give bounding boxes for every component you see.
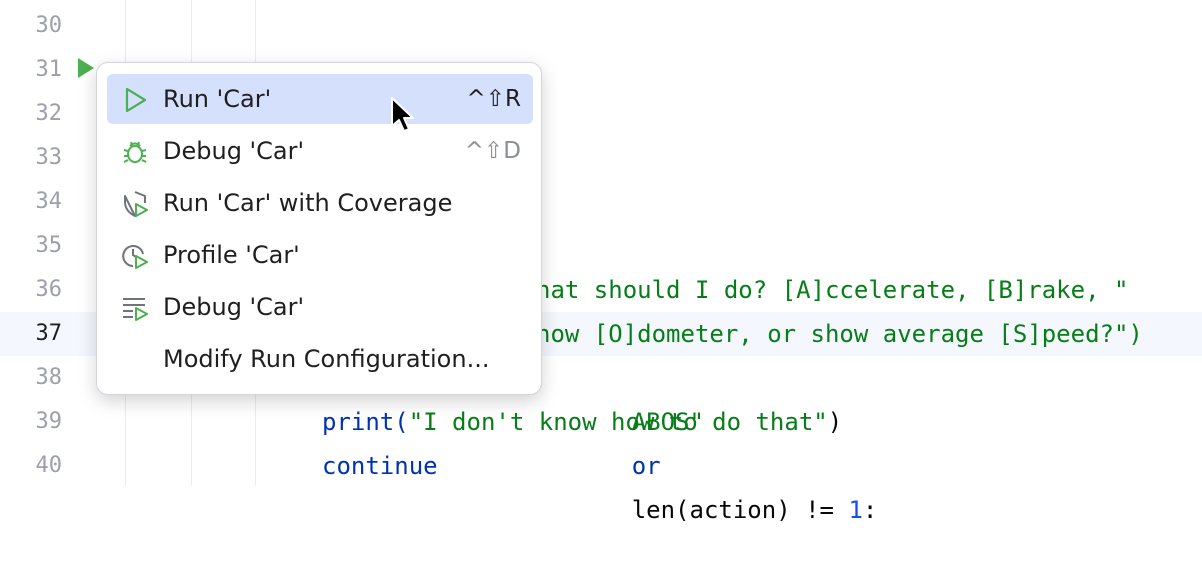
menu-item-shortcut: ^⇧R (466, 86, 521, 112)
code-text: how [O]dometer, or show average [S]peed?… (536, 320, 1143, 348)
code-line: 40 continue (0, 444, 1202, 488)
line-number: 39 (35, 409, 63, 434)
menu-item-label: Run 'Car' (163, 85, 272, 113)
code-text: hat should I do? [A]ccelerate, [B]rake, … (536, 276, 1129, 304)
code-keyword: continue (322, 452, 438, 480)
line-number: 30 (35, 13, 63, 38)
debug-bug-icon (121, 138, 149, 166)
line-number: 32 (35, 101, 63, 126)
line-number: 36 (35, 277, 63, 302)
line-number: 38 (35, 365, 63, 390)
menu-item-modify-run-config[interactable]: Modify Run Configuration... (107, 334, 533, 384)
code-number: 1 (848, 496, 863, 524)
run-icon (121, 86, 149, 114)
profile-clock-icon (121, 242, 149, 270)
line-number: 34 (35, 189, 63, 214)
menu-item-run-coverage[interactable]: Run 'Car' with Coverage (107, 178, 533, 228)
code-line: 30 (0, 4, 1202, 48)
run-triangle-icon[interactable] (76, 56, 96, 80)
menu-item-label: Debug 'Car' (163, 137, 305, 165)
debug-lines-icon (121, 294, 149, 322)
menu-item-label: Profile 'Car' (163, 241, 300, 269)
menu-item-label: Modify Run Configuration... (163, 345, 490, 373)
menu-item-profile[interactable]: Profile 'Car' (107, 230, 533, 280)
menu-item-shortcut: ^⇧D (464, 138, 521, 164)
code-text: len(action) != (631, 496, 849, 524)
menu-item-run[interactable]: Run 'Car' ^⇧R (107, 74, 533, 124)
menu-item-debug[interactable]: Debug 'Car' ^⇧D (107, 126, 533, 176)
line-number: 35 (35, 233, 63, 258)
line-number: 33 (35, 145, 63, 170)
menu-item-label: Run 'Car' with Coverage (163, 189, 453, 217)
mouse-pointer-icon (390, 96, 416, 134)
coverage-shield-icon (121, 190, 149, 218)
menu-item-label: Debug 'Car' (163, 293, 305, 321)
line-number: 31 (35, 57, 63, 82)
code-line: 39 print("I don't know how to do that") (0, 400, 1202, 444)
code-text: : (862, 496, 878, 524)
code-string: "I don't know how to do that" (408, 408, 828, 436)
menu-item-debug-2[interactable]: Debug 'Car' (107, 282, 533, 332)
line-number: 37 (35, 321, 63, 346)
code-text: ) (827, 408, 843, 436)
line-number: 40 (35, 453, 63, 478)
run-context-menu: Run 'Car' ^⇧R Debug 'Car' ^⇧D Run 'Car' … (96, 62, 542, 395)
code-function: print( (322, 408, 409, 436)
